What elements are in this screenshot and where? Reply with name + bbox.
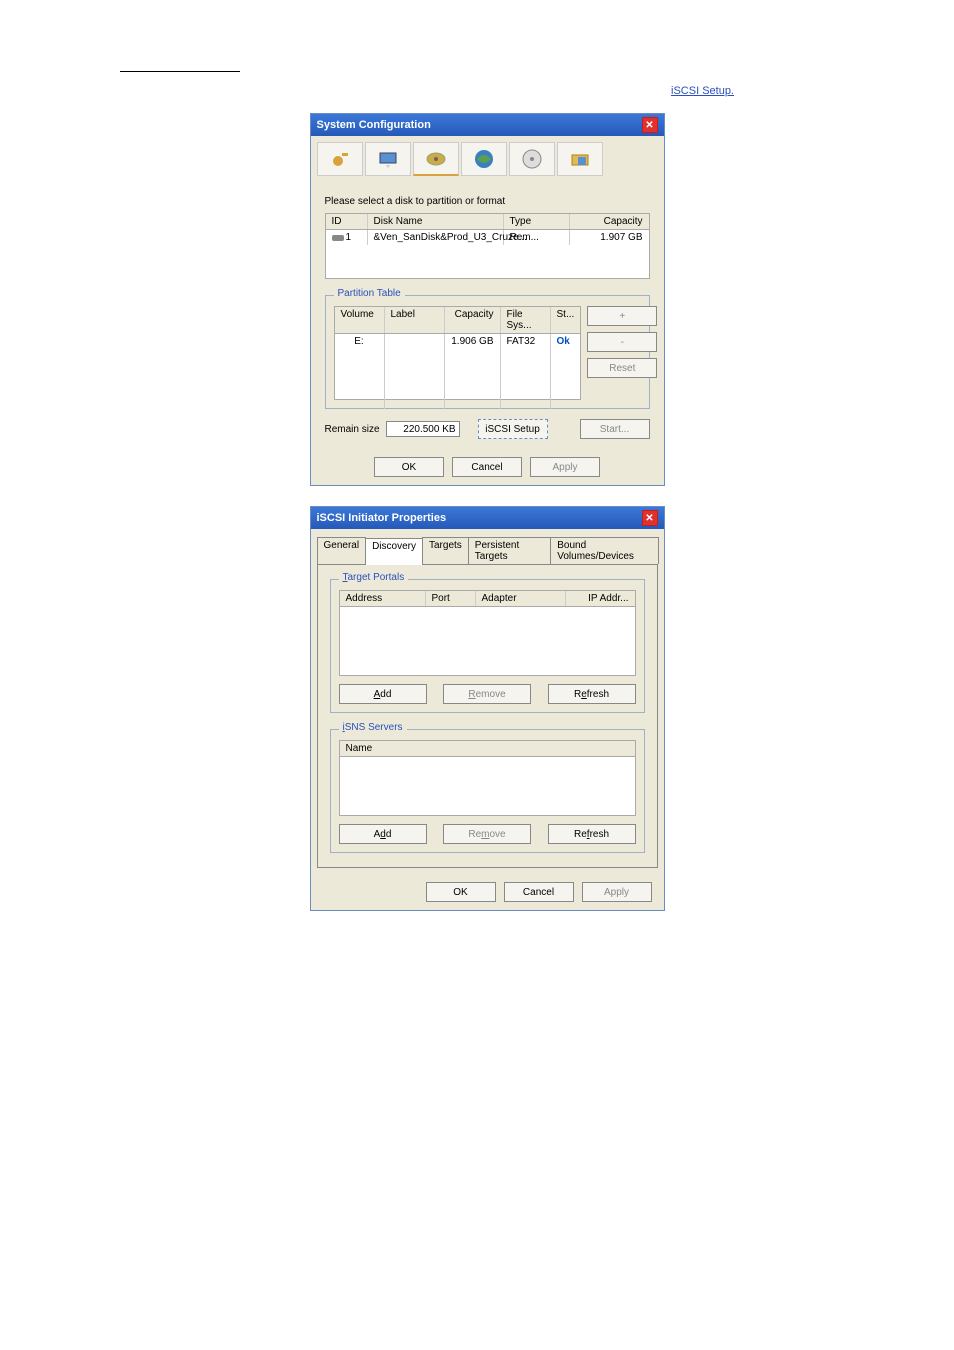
dialog1-bottom: OK Cancel Apply <box>311 449 664 485</box>
portals-head: Address Port Adapter IP Addr... <box>340 591 635 607</box>
instruction-text: Please select a disk to partition or for… <box>325 196 650 207</box>
disk-icon <box>424 147 448 171</box>
add-portal-button[interactable]: Add <box>339 684 427 704</box>
p-label <box>385 334 445 349</box>
close-icon[interactable]: ✕ <box>642 510 658 526</box>
drive-icon <box>332 233 344 243</box>
disk-table-head: ID Disk Name Type Capacity <box>326 214 649 230</box>
dialog1-toolbar <box>311 136 664 178</box>
toolbar-btn-1[interactable] <box>317 142 363 176</box>
system-configuration-dialog: System Configuration ✕ Please select a d… <box>310 113 665 486</box>
close-icon[interactable]: ✕ <box>642 117 658 133</box>
remain-value: 220.500 KB <box>386 421 460 437</box>
col-status: St... <box>551 307 581 333</box>
dialog2-tabs: General Discovery Targets Persistent Tar… <box>311 529 664 564</box>
dialog1-titlebar: System Configuration ✕ <box>311 114 664 136</box>
iscsi-initiator-dialog: iSCSI Initiator Properties ✕ General Dis… <box>310 506 665 911</box>
add-partition-button[interactable]: + <box>587 306 657 326</box>
cancel-button[interactable]: Cancel <box>504 882 574 902</box>
toolbar-btn-5[interactable] <box>509 142 555 176</box>
disk-capacity: 1.907 GB <box>570 230 649 245</box>
p-fs: FAT32 <box>501 334 551 349</box>
target-portals-legend: Target Portals <box>339 572 409 583</box>
toolbar-btn-2[interactable] <box>365 142 411 176</box>
iscsi-setup-button[interactable]: iSCSI Setup <box>478 419 548 439</box>
disk-row[interactable]: 1 &Ven_SanDisk&Prod_U3_Cruze... Rem... 1… <box>326 230 649 245</box>
apply-button[interactable]: Apply <box>582 882 652 902</box>
col-adapter: Adapter <box>476 591 566 606</box>
col-label: Label <box>385 307 445 333</box>
tab-bound-volumes[interactable]: Bound Volumes/Devices <box>550 537 658 564</box>
col-id: ID <box>326 214 368 229</box>
globe-icon <box>472 147 496 171</box>
remove-portal-button[interactable]: Remove <box>443 684 531 704</box>
partition-group: Partition Table Volume Label Capacity Fi… <box>325 295 650 409</box>
dialog1-title: System Configuration <box>317 119 431 131</box>
tab-persistent-targets[interactable]: Persistent Targets <box>468 537 551 564</box>
col-fs: File Sys... <box>501 307 551 333</box>
disk-type: Rem... <box>504 230 570 245</box>
col-type: Type <box>504 214 570 229</box>
start-button[interactable]: Start... <box>580 419 650 439</box>
disk-id: 1 <box>346 232 352 243</box>
cancel-button[interactable]: Cancel <box>452 457 522 477</box>
cd-icon <box>520 147 544 171</box>
col-address: Address <box>340 591 426 606</box>
tab-general[interactable]: General <box>317 537 367 564</box>
remain-label: Remain size <box>325 424 380 435</box>
toolbar-btn-4[interactable] <box>461 142 507 176</box>
isns-servers-group: iSNS Servers Name Add Remove Refresh <box>330 729 645 853</box>
partition-head: Volume Label Capacity File Sys... St... <box>335 307 581 334</box>
disk-name: &Ven_SanDisk&Prod_U3_Cruze... <box>368 230 504 245</box>
isns-table: Name <box>339 740 636 816</box>
isns-head: Name <box>340 741 635 757</box>
col-diskname: Disk Name <box>368 214 504 229</box>
col-port: Port <box>426 591 476 606</box>
col-pcapacity: Capacity <box>445 307 501 333</box>
col-isns-name: Name <box>340 741 635 756</box>
iscsi-setup-link[interactable]: iSCSI Setup. <box>671 85 734 97</box>
dialog2-bottom: OK Cancel Apply <box>311 874 664 910</box>
remove-isns-button[interactable]: Remove <box>443 824 531 844</box>
header-underline <box>120 60 240 72</box>
toolbar-btn-6[interactable] <box>557 142 603 176</box>
col-capacity: Capacity <box>570 214 649 229</box>
remove-partition-button[interactable]: - <box>587 332 657 352</box>
partition-table: Volume Label Capacity File Sys... St... … <box>334 306 582 400</box>
refresh-portal-button[interactable]: Refresh <box>548 684 636 704</box>
folder-icon <box>568 147 592 171</box>
screen-icon <box>376 147 400 171</box>
key-icon <box>328 147 352 171</box>
dialog2-titlebar: iSCSI Initiator Properties ✕ <box>311 507 664 529</box>
disk-table: ID Disk Name Type Capacity 1 &Ven_SanDis… <box>325 213 650 279</box>
toolbar-btn-3[interactable] <box>413 142 459 176</box>
target-portals-group: Target Portals Address Port Adapter IP A… <box>330 579 645 713</box>
col-volume: Volume <box>335 307 385 333</box>
tab-discovery[interactable]: Discovery <box>365 538 423 565</box>
p-cap: 1.906 GB <box>445 334 501 349</box>
partition-row[interactable]: E: 1.906 GB FAT32 Ok <box>335 334 581 349</box>
refresh-isns-button[interactable]: Refresh <box>548 824 636 844</box>
isns-legend: iSNS Servers <box>339 722 407 733</box>
partition-legend: Partition Table <box>334 288 405 299</box>
ok-button[interactable]: OK <box>426 882 496 902</box>
col-ipaddr: IP Addr... <box>566 591 635 606</box>
ok-button[interactable]: OK <box>374 457 444 477</box>
apply-button[interactable]: Apply <box>530 457 600 477</box>
dialog2-body: Target Portals Address Port Adapter IP A… <box>317 564 658 868</box>
add-isns-button[interactable]: Add <box>339 824 427 844</box>
dialog2-title: iSCSI Initiator Properties <box>317 512 447 524</box>
portals-table: Address Port Adapter IP Addr... <box>339 590 636 676</box>
reset-button[interactable]: Reset <box>587 358 657 378</box>
p-vol: E: <box>335 334 385 349</box>
p-status: Ok <box>551 334 581 349</box>
tab-targets[interactable]: Targets <box>422 537 469 564</box>
